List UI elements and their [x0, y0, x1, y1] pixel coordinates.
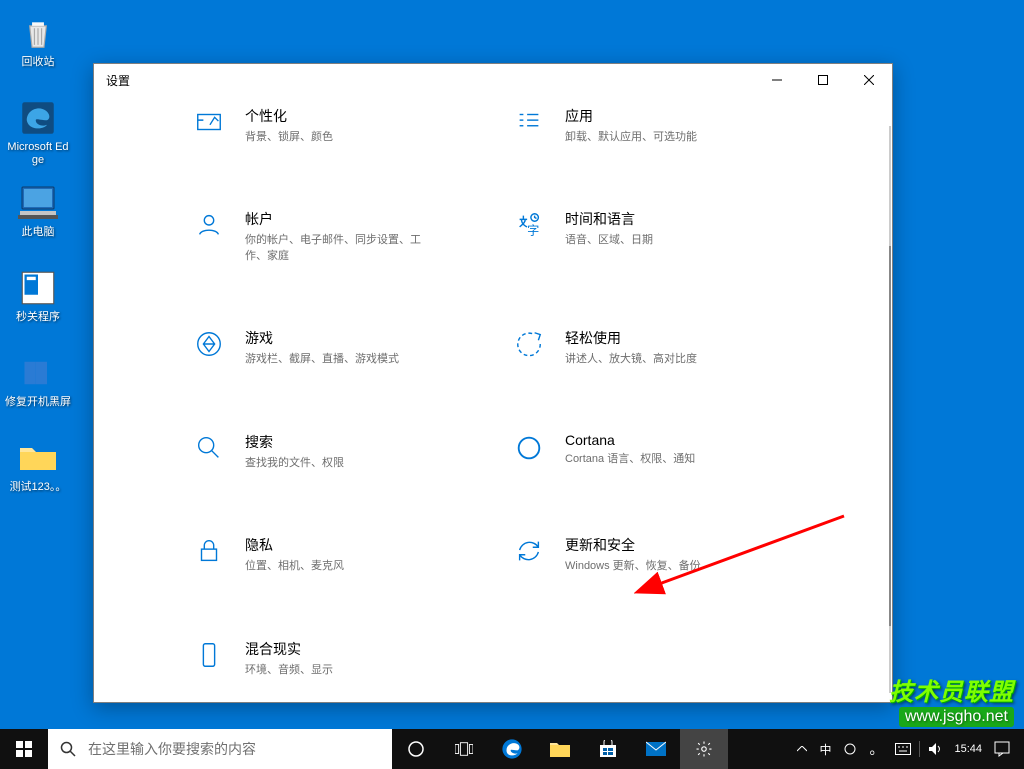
- mixed-reality-icon: [193, 639, 225, 671]
- tray-ime[interactable]: 中: [813, 729, 837, 769]
- settings-window: 设置 个性化背景、锁屏、颜色 应用卸载、默认应用、可选功能 帐户你的帐户、电子邮…: [93, 63, 893, 703]
- setting-gaming[interactable]: 游戏游戏栏、截屏、直播、游戏模式: [193, 328, 473, 391]
- accounts-icon: [193, 209, 225, 241]
- search-placeholder: 在这里输入你要搜索的内容: [88, 739, 256, 759]
- taskbar-mail[interactable]: [632, 729, 680, 769]
- tray-punct[interactable]: 。: [863, 729, 889, 769]
- maximize-button[interactable]: [800, 64, 846, 96]
- desktop-icon-this-pc[interactable]: 此电脑: [5, 180, 71, 265]
- setting-time-language[interactable]: 字 时间和语言语音、区域、日期: [513, 209, 793, 288]
- taskbar-settings[interactable]: [680, 729, 728, 769]
- setting-cortana[interactable]: CortanaCortana 语言、权限、通知: [513, 432, 793, 495]
- recycle-bin-icon: [18, 13, 58, 53]
- privacy-icon: [193, 535, 225, 567]
- desktop-icon-test-folder[interactable]: 测试123。。: [5, 435, 71, 520]
- time-language-icon: 字: [513, 209, 545, 241]
- ease-of-access-icon: [513, 328, 545, 360]
- setting-privacy[interactable]: 隐私位置、相机、麦克风: [193, 535, 473, 598]
- window-controls: [754, 64, 892, 96]
- taskbar-store[interactable]: [584, 729, 632, 769]
- taskbar-search[interactable]: 在这里输入你要搜索的内容: [48, 729, 392, 769]
- setting-ease-of-access[interactable]: 轻松使用讲述人、放大镜、高对比度: [513, 328, 793, 391]
- update-security-icon: [513, 535, 545, 567]
- desktop-icon-edge[interactable]: Microsoft Edge: [5, 95, 71, 180]
- this-pc-icon: [18, 183, 58, 223]
- edge-icon: [18, 98, 58, 138]
- taskbar-cortana[interactable]: [392, 729, 440, 769]
- title-bar: 设置: [94, 64, 892, 96]
- tray-keyboard[interactable]: [889, 729, 917, 769]
- desktop-icon-label: 测试123。。: [10, 481, 67, 494]
- desktop-icon-second-close[interactable]: 秒关程序: [5, 265, 71, 350]
- system-tray: 中 。 15:44: [791, 729, 1024, 769]
- gaming-icon: [193, 328, 225, 360]
- search-category-icon: [193, 432, 225, 464]
- search-icon: [60, 741, 76, 757]
- tray-notifications[interactable]: [988, 729, 1016, 769]
- setting-apps[interactable]: 应用卸载、默认应用、可选功能: [513, 106, 793, 169]
- setting-mixed-reality[interactable]: 混合现实环境、音频、显示: [193, 639, 473, 702]
- tray-chevron-up[interactable]: [791, 729, 813, 769]
- setting-search[interactable]: 搜索查找我的文件、权限: [193, 432, 473, 495]
- taskbar: 在这里输入你要搜索的内容 中 。 15:44: [0, 729, 1024, 769]
- desktop-icon-label: Microsoft Edge: [5, 141, 71, 167]
- settings-grid: 个性化背景、锁屏、颜色 应用卸载、默认应用、可选功能 帐户你的帐户、电子邮件、同…: [193, 96, 793, 702]
- start-button[interactable]: [0, 729, 48, 769]
- setting-accounts[interactable]: 帐户你的帐户、电子邮件、同步设置、工作、家庭: [193, 209, 473, 288]
- folder-icon: [18, 438, 58, 478]
- taskbar-edge[interactable]: [488, 729, 536, 769]
- personalization-icon: [193, 106, 225, 138]
- taskbar-task-view[interactable]: [440, 729, 488, 769]
- desktop-icon-label: 回收站: [22, 56, 55, 69]
- window-title: 设置: [94, 72, 130, 89]
- desktop-icon-label: 秒关程序: [16, 311, 60, 324]
- desktop-icon-recycle-bin[interactable]: 回收站: [5, 10, 71, 95]
- taskbar-file-explorer[interactable]: [536, 729, 584, 769]
- tray-full-width[interactable]: [837, 729, 863, 769]
- repair-icon: [18, 353, 58, 393]
- tray-volume[interactable]: [922, 729, 948, 769]
- minimize-button[interactable]: [754, 64, 800, 96]
- svg-text:字: 字: [527, 223, 539, 238]
- setting-personalization[interactable]: 个性化背景、锁屏、颜色: [193, 106, 473, 169]
- settings-body[interactable]: 个性化背景、锁屏、颜色 应用卸载、默认应用、可选功能 帐户你的帐户、电子邮件、同…: [94, 96, 892, 702]
- desktop-icon-repair-black[interactable]: 修复开机黑屏: [5, 350, 71, 435]
- setting-update-security[interactable]: 更新和安全Windows 更新、恢复、备份: [513, 535, 793, 598]
- desktop-icon-label: 修复开机黑屏: [5, 396, 71, 409]
- desktop-icon-label: 此电脑: [22, 226, 55, 239]
- apps-icon: [513, 106, 545, 138]
- close-button[interactable]: [846, 64, 892, 96]
- cortana-icon: [513, 432, 545, 464]
- app-icon: [18, 268, 58, 308]
- tray-clock[interactable]: 15:44: [948, 729, 988, 769]
